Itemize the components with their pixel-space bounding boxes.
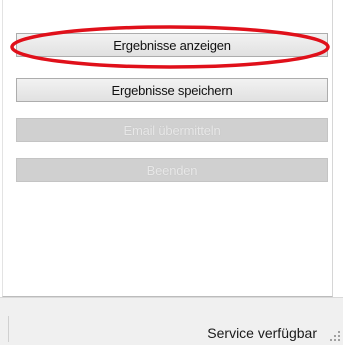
actions-panel: Ergebnisse anzeigen Ergebnisse speichern… [2,0,333,297]
resize-grip-icon[interactable] [329,330,341,342]
finish-button: Beenden [16,158,328,182]
send-email-button: Email übermitteln [16,118,328,142]
status-bar: Service verfügbar [0,297,343,345]
right-edge [334,0,343,297]
save-results-button[interactable]: Ergebnisse speichern [16,78,328,102]
service-status-text: Service verfügbar [207,325,317,341]
status-divider [8,316,9,342]
app-window: Ergebnisse anzeigen Ergebnisse speichern… [0,0,343,345]
show-results-button[interactable]: Ergebnisse anzeigen [16,33,328,57]
